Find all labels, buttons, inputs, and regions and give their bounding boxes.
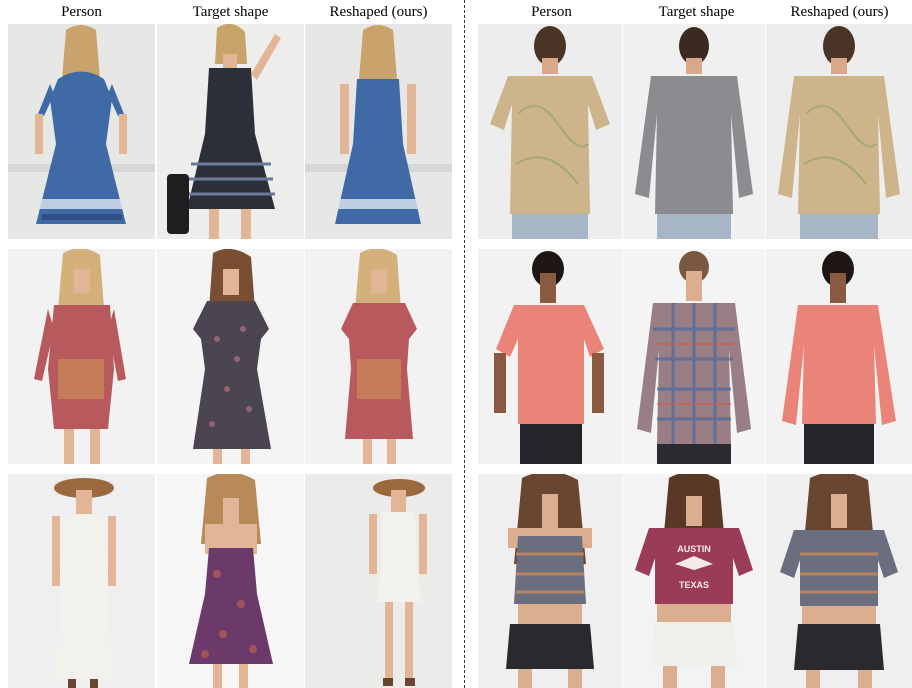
right-row-1: [478, 24, 912, 239]
photo-target-black-dress: [157, 24, 304, 239]
header-target-shape: Target shape: [192, 4, 269, 20]
header-person-right: Person: [531, 4, 572, 20]
column-headers-right: Person Target shape Reshaped (ours): [478, 2, 912, 22]
photo-reshaped-patterned-top: [766, 474, 912, 688]
left-row-2: [8, 249, 457, 464]
photo-target-floral-dress: [157, 249, 304, 464]
photo-target-purple-dress: [157, 474, 304, 688]
photo-target-plaid-shirt: [623, 249, 765, 464]
photo-person-red-dress: [8, 249, 155, 464]
photo-target-maroon-tee: AUSTIN TEXAS: [623, 474, 765, 688]
right-row-2: [478, 249, 912, 464]
photo-reshaped-salmon-top: [766, 249, 912, 464]
graphic-text-texas: TEXAS: [679, 580, 709, 590]
column-headers: Person Target shape Reshaped (ours): [8, 2, 457, 22]
photo-reshaped-map-tee: [766, 24, 912, 239]
photo-reshaped-blue-dress: [305, 24, 452, 239]
photo-person-map-tee: [478, 24, 622, 239]
photo-person-tank-crop: [478, 474, 622, 688]
right-panel: Person Target shape Reshaped (ours) AUST…: [478, 0, 912, 688]
graphic-text-austin: AUSTIN: [677, 544, 711, 554]
header-reshaped-right: Reshaped (ours): [790, 4, 889, 20]
photo-person-salmon-tee: [478, 249, 622, 464]
photo-person-white-dress: [8, 474, 155, 688]
left-panel: Person Target shape Reshaped (ours): [8, 0, 457, 688]
photo-reshaped-white-dress: [305, 474, 452, 688]
photo-reshaped-red-dress: [305, 249, 452, 464]
header-person: Person: [61, 4, 102, 20]
panel-divider: [464, 0, 465, 688]
left-row-3: [8, 474, 457, 688]
right-row-3: AUSTIN TEXAS: [478, 474, 912, 688]
photo-person-blue-dress: [8, 24, 155, 239]
photo-target-grey-tee: [623, 24, 765, 239]
header-target-shape-right: Target shape: [658, 4, 735, 20]
left-row-1: [8, 24, 457, 239]
header-reshaped: Reshaped (ours): [329, 4, 428, 20]
